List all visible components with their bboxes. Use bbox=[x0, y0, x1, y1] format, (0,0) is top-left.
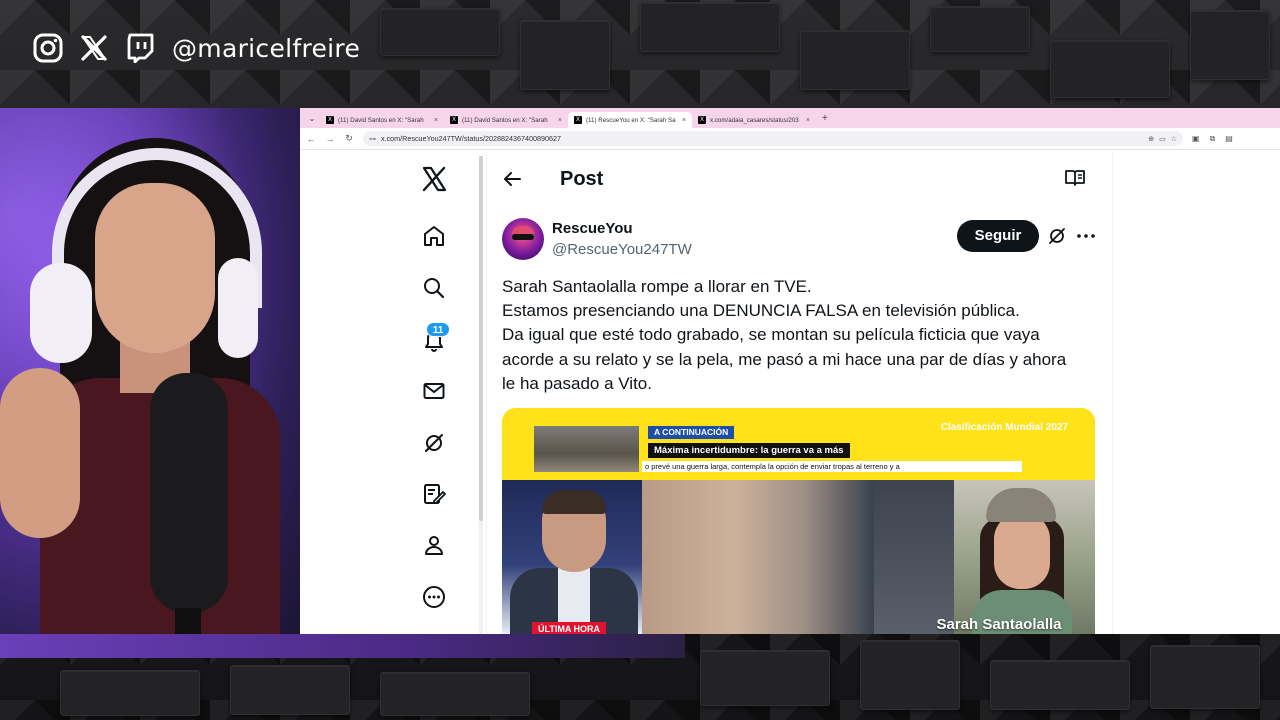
streamer-handle: @maricelfreire bbox=[172, 33, 361, 63]
webcam-feed bbox=[0, 108, 300, 658]
tv-banner: A CONTINUACIÓN Máxima incertidumbre: la … bbox=[502, 408, 1095, 480]
x-favicon-icon: X bbox=[326, 116, 334, 124]
home-icon[interactable] bbox=[418, 220, 450, 252]
browser-tab[interactable]: X (11) David Santos en X: "Sarah × bbox=[320, 112, 444, 128]
profile-icon[interactable]: ▤ bbox=[1225, 134, 1233, 144]
cast-icon[interactable]: ▭ bbox=[1159, 135, 1166, 143]
social-overlay: @maricelfreire bbox=[32, 30, 360, 66]
twitch-icon bbox=[124, 32, 156, 64]
browser-toolbar: ← → ↻ ⊶ x.com/RescueYou247TW/status/2028… bbox=[300, 128, 1280, 150]
avatar[interactable] bbox=[502, 218, 544, 260]
post-header: Post bbox=[500, 164, 1100, 194]
browser-tab[interactable]: X (11) David Santos en X: "Sarah × bbox=[444, 112, 568, 128]
post-text-line: le ha pasado a Vito. bbox=[502, 373, 652, 393]
grok-icon[interactable] bbox=[418, 427, 450, 459]
site-info-icon[interactable]: ⊶ bbox=[369, 135, 376, 143]
tab-bar: ⌄ X (11) David Santos en X: "Sarah × X (… bbox=[300, 108, 1280, 128]
grok-explain-icon[interactable] bbox=[1045, 224, 1069, 248]
breaking-news-tag: ÚLTIMA HORA bbox=[532, 622, 606, 634]
extensions-puzzle-icon[interactable]: ⧉ bbox=[1210, 134, 1216, 144]
x-logo-icon[interactable] bbox=[418, 163, 450, 195]
x-favicon-icon: X bbox=[574, 116, 582, 124]
column-divider bbox=[1112, 151, 1113, 634]
close-tab-icon[interactable]: × bbox=[558, 117, 562, 124]
post-text-line: Da igual que esté todo grabado, se monta… bbox=[502, 325, 1040, 345]
page-title: Post bbox=[560, 167, 604, 190]
column-divider bbox=[486, 151, 487, 634]
more-options-circle-icon[interactable] bbox=[418, 581, 450, 613]
x-page: 11 Post RescueYou @RescueYou247TW Seguir… bbox=[300, 151, 1280, 634]
tv-thumbnail bbox=[534, 426, 639, 472]
post-author: RescueYou @RescueYou247TW Seguir bbox=[502, 218, 1102, 262]
close-tab-icon[interactable]: × bbox=[434, 117, 438, 124]
post-text-line: Estamos presenciando una DENUNCIA FALSA … bbox=[502, 301, 1020, 321]
x-favicon-icon: X bbox=[698, 116, 706, 124]
compose-post-icon[interactable] bbox=[418, 478, 450, 510]
back-nav-icon[interactable]: ← bbox=[306, 134, 316, 144]
close-tab-icon[interactable]: × bbox=[806, 117, 810, 124]
follow-button[interactable]: Seguir bbox=[957, 220, 1039, 252]
browser-tab-active[interactable]: X (11) RescueYou en X: "Sarah Sa × bbox=[568, 112, 692, 128]
tab-search-icon[interactable]: ⌄ bbox=[304, 114, 320, 123]
post-text-line: acorde a su relato y se la pela, me pasó… bbox=[502, 349, 1067, 369]
browser-window: ⌄ X (11) David Santos en X: "Sarah × X (… bbox=[300, 108, 1280, 634]
bookmark-star-icon[interactable]: ☆ bbox=[1171, 135, 1177, 143]
address-bar[interactable]: ⊶ x.com/RescueYou247TW/status/2028824367… bbox=[363, 131, 1183, 146]
new-tab-icon[interactable]: + bbox=[822, 113, 828, 124]
notifications-badge: 11 bbox=[426, 322, 450, 337]
tv-headline: Máxima incertidumbre: la guerra va a más bbox=[648, 443, 850, 458]
video-panel bbox=[874, 480, 954, 634]
reader-mode-icon[interactable] bbox=[1064, 168, 1086, 193]
browser-tab[interactable]: X x.com/adaia_casares/status/203 × bbox=[692, 112, 816, 128]
url-text: x.com/RescueYou247TW/status/202882436740… bbox=[381, 134, 561, 143]
profile-person-icon[interactable] bbox=[418, 529, 450, 561]
forward-nav-icon[interactable]: → bbox=[325, 134, 335, 144]
back-arrow-icon[interactable] bbox=[500, 167, 524, 191]
video-caption: Sarah Santaolalla bbox=[936, 616, 1062, 633]
reload-icon[interactable]: ↻ bbox=[344, 133, 354, 144]
post-text: Sarah Santaolalla rompe a llorar en TVE.… bbox=[502, 275, 1102, 396]
messages-mail-icon[interactable] bbox=[418, 375, 450, 407]
author-handle[interactable]: @RescueYou247TW bbox=[552, 241, 692, 258]
x-icon bbox=[78, 32, 110, 64]
video-panel bbox=[642, 480, 874, 634]
extension-icon[interactable]: ▣ bbox=[1192, 134, 1200, 144]
webcam-strip bbox=[0, 634, 685, 658]
tv-ticker: o prevé una guerra larga, contempla la o… bbox=[642, 461, 1022, 472]
instagram-icon bbox=[32, 32, 64, 64]
tv-sports-title: Clasificación Mundial 2027 bbox=[940, 422, 1068, 433]
x-favicon-icon: X bbox=[450, 116, 458, 124]
more-dots-icon[interactable] bbox=[1074, 224, 1098, 248]
post-video[interactable]: A CONTINUACIÓN Máxima incertidumbre: la … bbox=[502, 408, 1095, 634]
author-name[interactable]: RescueYou bbox=[552, 220, 633, 237]
search-icon[interactable] bbox=[418, 272, 450, 304]
post-text-line: Sarah Santaolalla rompe a llorar en TVE. bbox=[502, 277, 812, 296]
zoom-icon[interactable]: ⊕ bbox=[1148, 135, 1154, 143]
tv-label: A CONTINUACIÓN bbox=[648, 426, 735, 439]
close-tab-icon[interactable]: × bbox=[682, 117, 686, 124]
sidebar-scrollbar[interactable] bbox=[479, 156, 483, 634]
